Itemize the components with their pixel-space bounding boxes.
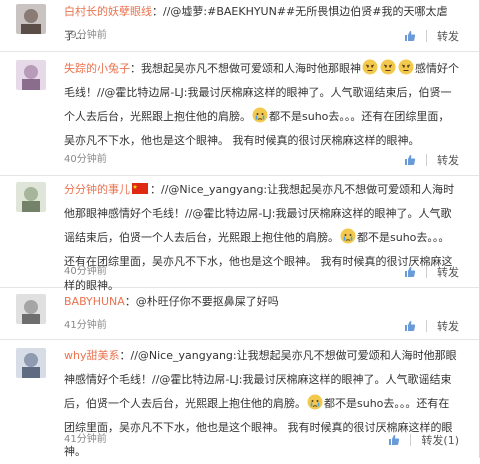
avatar[interactable] — [16, 60, 46, 90]
comment-time: 40分钟前 — [64, 266, 107, 277]
comment-actions: 转发 — [404, 318, 459, 334]
thumbs-up-icon[interactable] — [404, 320, 416, 332]
thumbs-up-icon[interactable] — [404, 30, 416, 42]
comment-username[interactable]: why甜美系 — [64, 349, 119, 362]
comment-item: 白村长的妖孽眼线：//@墟萝:#BAEKHYUN##无所畏惧边伯贤#我的天哪太虐… — [0, 0, 479, 52]
comment-time: 39分钟前 — [64, 30, 107, 41]
comment-item: why甜美系：//@Nice_yangyang:让我想起吴亦凡不想做可爱颂和人海… — [0, 340, 479, 458]
comment-meta: 40分钟前 转发 — [64, 264, 459, 280]
repost-button[interactable]: 转发(1) — [421, 432, 459, 448]
comment-actions: 转发 — [404, 28, 459, 44]
crying-face-icon — [340, 228, 356, 244]
comment-username[interactable]: 白村长的妖孽眼线 — [64, 5, 152, 18]
comment-meta: 39分钟前 转发 — [64, 28, 459, 44]
comment-meta: 41分钟前 转发 — [64, 318, 459, 334]
repost-button[interactable]: 转发 — [437, 264, 459, 280]
avatar[interactable] — [16, 348, 46, 378]
comment-body: 分分钟的事儿 ：//@Nice_yangyang:让我想起吴亦凡不想做可爱颂和人海… — [64, 178, 459, 298]
comment-body: 失踪的小兔子：我想起吴亦凡不想做可爱颂和人海时他那眼神 感情好个毛线！//@霍比特… — [64, 57, 459, 153]
angry-face-icon — [362, 59, 378, 75]
crying-face-icon — [252, 107, 268, 123]
thumbs-up-icon[interactable] — [404, 154, 416, 166]
comment-item: BABYHUNA：@朴旺仔你不要抠鼻屎了好吗 41分钟前 转发 — [0, 288, 479, 340]
comment-username[interactable]: 失踪的小兔子 — [64, 62, 130, 75]
action-divider — [426, 266, 427, 278]
action-divider — [426, 154, 427, 166]
comment-meta: 41分钟前 转发(1) — [64, 432, 459, 448]
comment-item: 分分钟的事儿 ：//@Nice_yangyang:让我想起吴亦凡不想做可爱颂和人海… — [0, 176, 479, 292]
comment-body: BABYHUNA：@朴旺仔你不要抠鼻屎了好吗 — [64, 290, 459, 314]
action-divider — [426, 30, 427, 42]
action-divider — [410, 434, 412, 446]
comment-actions: 转发(1) — [388, 432, 459, 448]
comment-time: 40分钟前 — [64, 154, 107, 165]
repost-button[interactable]: 转发 — [437, 318, 459, 334]
comment-username[interactable]: 分分钟的事儿 — [64, 183, 130, 196]
angry-face-icon — [398, 59, 414, 75]
comment-text: ：我想起吴亦凡不想做可爱颂和人海时他那眼神 — [130, 62, 361, 75]
comment-time: 41分钟前 — [64, 320, 107, 331]
angry-face-icon — [380, 59, 396, 75]
action-divider — [426, 320, 427, 332]
comment-text: ：@朴旺仔你不要抠鼻屎了好吗 — [124, 295, 279, 308]
thumbs-up-icon[interactable] — [388, 434, 400, 446]
avatar[interactable] — [16, 4, 46, 34]
repost-button[interactable]: 转发 — [437, 152, 459, 168]
comment-actions: 转发 — [404, 152, 459, 168]
crying-face-icon — [307, 394, 323, 410]
comment-item: 失踪的小兔子：我想起吴亦凡不想做可爱颂和人海时他那眼神 感情好个毛线！//@霍比特… — [0, 52, 479, 176]
thumbs-up-icon[interactable] — [404, 266, 416, 278]
comment-list: 白村长的妖孽眼线：//@墟萝:#BAEKHYUN##无所畏惧边伯贤#我的天哪太虐… — [0, 0, 480, 458]
comment-username[interactable]: BABYHUNA — [64, 295, 125, 308]
comment-actions: 转发 — [404, 264, 459, 280]
comment-meta: 40分钟前 转发 — [64, 152, 459, 168]
comment-time: 41分钟前 — [64, 434, 107, 445]
china-flag-icon — [132, 183, 148, 194]
avatar[interactable] — [16, 182, 46, 212]
repost-button[interactable]: 转发 — [437, 28, 459, 44]
avatar[interactable] — [16, 294, 46, 324]
